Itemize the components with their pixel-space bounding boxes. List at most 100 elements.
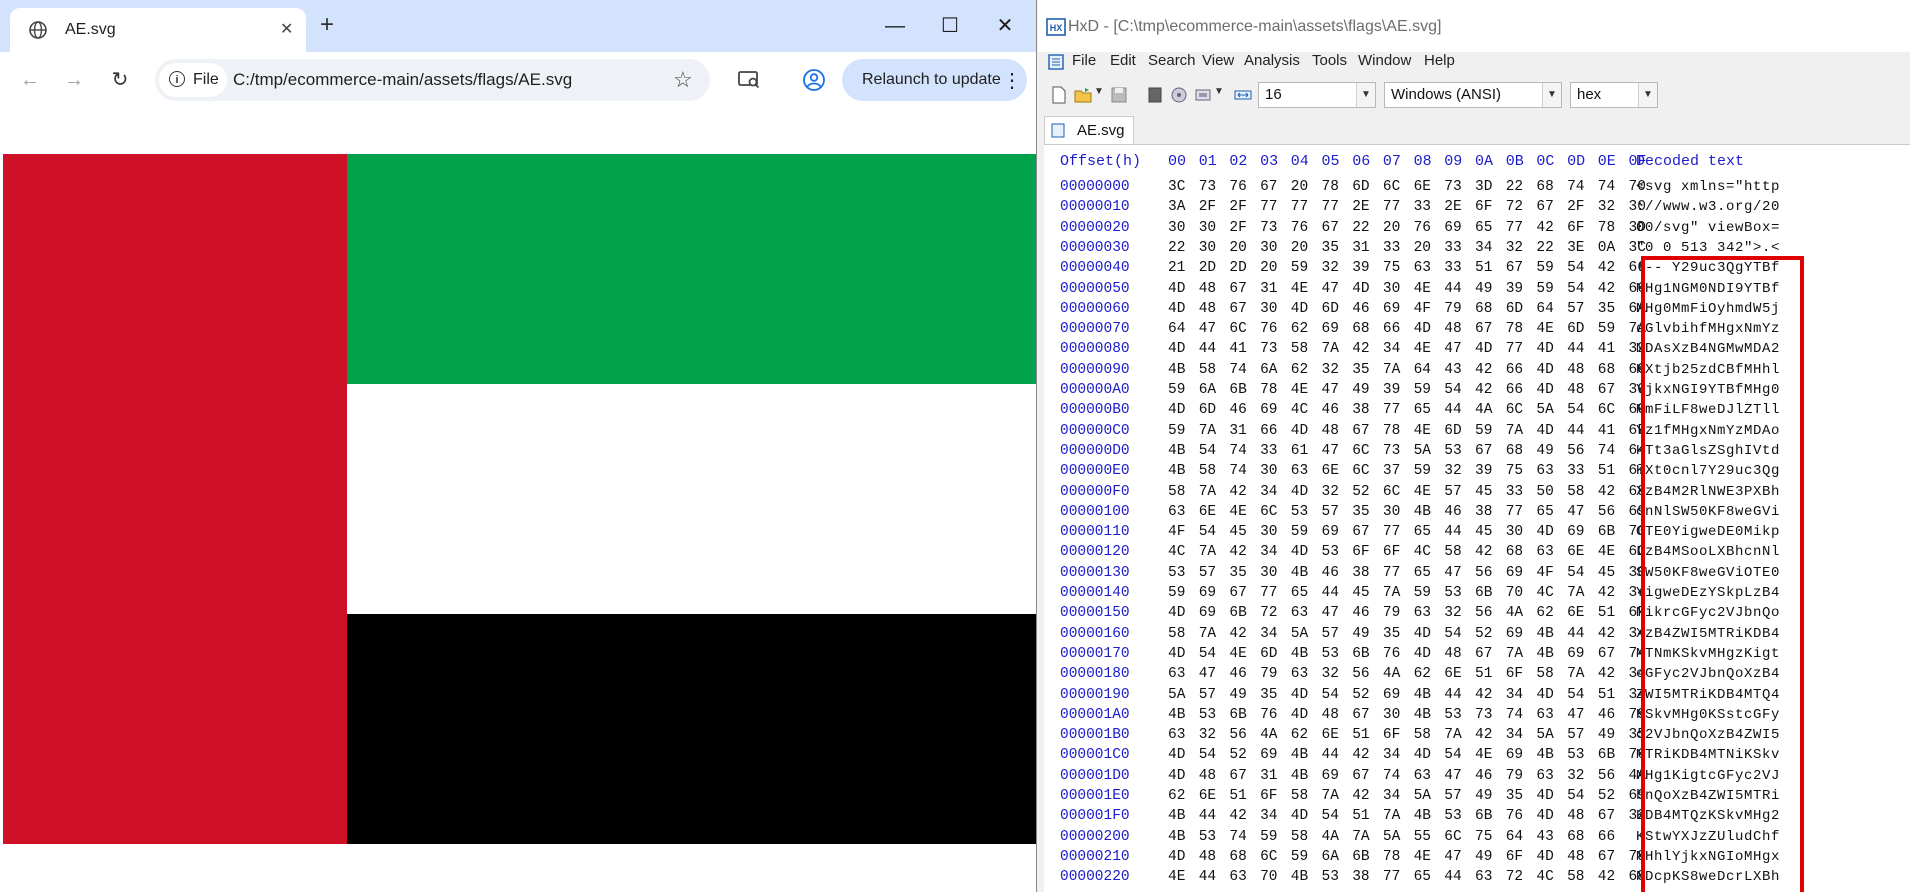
hex-byte[interactable]: 58 (1168, 626, 1185, 642)
hex-byte[interactable]: 6F (1506, 849, 1523, 865)
hex-byte[interactable]: 79 (1506, 768, 1523, 784)
hex-byte[interactable]: 22 (1506, 179, 1523, 195)
hex-byte[interactable]: 35 (1322, 240, 1339, 256)
hex-row[interactable]: 000001F0 4B 44 42 34 4D 54 51 7A 4B 53 6B 76 4D 48 67 32… (1044, 808, 1904, 828)
hex-row[interactable]: 00000040 21 2D 2D 20 59 32 39 75 63 33 51 67 59 54 42 66… (1044, 260, 1904, 280)
hex-row[interactable]: 00000160 58 7A 42 34 5A 57 49 35 4D 54 52 69 4B 44 42 34… (1044, 626, 1904, 646)
menu-help[interactable]: Help (1424, 52, 1455, 69)
hex-byte[interactable]: 34 (1260, 626, 1277, 642)
hex-byte[interactable]: 78 (1383, 849, 1400, 865)
decoded-text[interactable]: bnQoXzB4ZWI5MTRi (1636, 788, 1780, 804)
hex-byte[interactable]: 62 (1291, 362, 1308, 378)
hex-byte[interactable]: 50 (1536, 484, 1553, 500)
hex-byte[interactable]: 30 (1260, 301, 1277, 317)
hex-byte[interactable]: 4D (1414, 321, 1431, 337)
hex-byte[interactable]: 31 (1229, 423, 1246, 439)
hex-byte[interactable]: 22 (1536, 240, 1553, 256)
hex-byte[interactable]: 30 (1383, 504, 1400, 520)
menu-window[interactable]: Window (1358, 52, 1411, 69)
hex-byte[interactable]: 4E (1475, 747, 1492, 763)
decoded-text[interactable]: c2VJbnQoXzB4ZWI5 (1636, 727, 1780, 743)
hex-byte[interactable]: 38 (1352, 869, 1369, 885)
hex-byte[interactable]: 67 (1506, 260, 1523, 276)
hex-byte[interactable]: 54 (1322, 808, 1339, 824)
hex-byte[interactable]: 75 (1475, 829, 1492, 845)
hex-byte[interactable]: 72 (1506, 869, 1523, 885)
hex-byte[interactable]: 45 (1598, 565, 1615, 581)
decoded-text[interactable]: MHhlYjkxNGIoMHgx (1636, 849, 1780, 865)
hex-byte[interactable]: 76 (1383, 646, 1400, 662)
hex-byte[interactable]: 32 (1444, 463, 1461, 479)
hex-byte[interactable]: 57 (1444, 484, 1461, 500)
hex-byte[interactable]: 57 (1322, 504, 1339, 520)
hex-row[interactable]: 00000000 3C 73 76 67 20 78 6D 6C 6E 73 3D 22 68 74 74 70… (1044, 179, 1904, 199)
hex-byte[interactable]: 63 (1168, 504, 1185, 520)
hex-byte[interactable]: 6C (1383, 179, 1400, 195)
hex-byte[interactable]: 53 (1567, 747, 1584, 763)
hex-byte[interactable]: 73 (1199, 179, 1216, 195)
hex-byte[interactable]: 59 (1598, 321, 1615, 337)
hex-byte[interactable]: 47 (1567, 707, 1584, 723)
hex-byte[interactable]: 5A (1414, 788, 1431, 804)
hex-byte[interactable]: 35 (1352, 362, 1369, 378)
hex-byte[interactable]: 7A (1199, 423, 1216, 439)
hex-byte[interactable]: 6F (1383, 727, 1400, 743)
hex-byte[interactable]: 6D (1352, 179, 1369, 195)
hex-byte[interactable]: 58 (1291, 829, 1308, 845)
hex-byte[interactable]: 58 (1414, 727, 1431, 743)
hex-byte[interactable]: 6C (1598, 402, 1615, 418)
hex-byte[interactable]: 7A (1383, 362, 1400, 378)
hex-byte[interactable]: 4A (1322, 829, 1339, 845)
hex-byte[interactable]: 69 (1383, 687, 1400, 703)
menu-dots-icon[interactable]: ⋮ (1002, 68, 1022, 93)
hex-byte[interactable]: 77 (1383, 199, 1400, 215)
hex-byte[interactable]: 78 (1322, 179, 1339, 195)
hex-byte[interactable]: 4E (1536, 321, 1553, 337)
hex-byte[interactable]: 4D (1168, 646, 1185, 662)
hex-byte[interactable]: 4C (1414, 544, 1431, 560)
hex-byte[interactable]: 4B (1168, 443, 1185, 459)
hex-byte[interactable]: 42 (1536, 220, 1553, 236)
hex-byte[interactable]: 59 (1291, 260, 1308, 276)
decoded-text[interactable]: MHg0MmFiOyhmdW5j (1636, 301, 1780, 317)
decoded-text[interactable]: ://www.w3.org/20 (1636, 199, 1780, 215)
hex-byte[interactable]: 34 (1383, 341, 1400, 357)
hex-byte[interactable]: 79 (1383, 605, 1400, 621)
hex-byte[interactable]: 34 (1260, 484, 1277, 500)
hex-byte[interactable]: 6C (1352, 443, 1369, 459)
hex-byte[interactable]: 6F (1352, 544, 1369, 560)
hex-byte[interactable]: 6A (1199, 382, 1216, 398)
hex-byte[interactable]: 49 (1475, 281, 1492, 297)
hex-byte[interactable]: 47 (1567, 504, 1584, 520)
hex-byte[interactable]: 6D (1322, 301, 1339, 317)
relaunch-button[interactable]: Relaunch to update ⋮ (842, 59, 1027, 101)
hex-byte[interactable]: 54 (1199, 646, 1216, 662)
hex-byte[interactable]: 65 (1414, 524, 1431, 540)
hex-byte[interactable]: 34 (1260, 808, 1277, 824)
hex-byte[interactable]: 53 (1199, 829, 1216, 845)
decoded-text[interactable]: MDAsXzB4NGMwMDA2 (1636, 341, 1780, 357)
hex-byte[interactable]: 66 (1598, 829, 1615, 845)
hex-byte[interactable]: 69 (1199, 585, 1216, 601)
hex-byte[interactable]: 57 (1199, 687, 1216, 703)
hex-byte[interactable]: 4D (1291, 544, 1308, 560)
hex-byte[interactable]: 43 (1444, 362, 1461, 378)
hex-byte[interactable]: 6E (1444, 666, 1461, 682)
hex-byte[interactable]: 4D (1168, 301, 1185, 317)
hex-byte[interactable]: 30 (1260, 240, 1277, 256)
hex-byte[interactable]: 6B (1352, 849, 1369, 865)
hex-byte[interactable]: 4F (1168, 524, 1185, 540)
decoded-text[interactable]: ZWI5MTRiKDB4MTQ4 (1636, 687, 1780, 703)
hex-row[interactable]: 00000150 4D 69 6B 72 63 47 46 79 63 32 56 4A 62 6E 51 6F… (1044, 605, 1904, 625)
hex-byte[interactable]: 6B (1229, 707, 1246, 723)
hxd-file-tab[interactable]: AE.svg (1044, 116, 1134, 144)
hex-byte[interactable]: 4D (1536, 524, 1553, 540)
hex-byte[interactable]: 54 (1444, 382, 1461, 398)
hex-byte[interactable]: 31 (1352, 240, 1369, 256)
hex-byte[interactable]: 2F (1229, 220, 1246, 236)
hex-row[interactable]: 00000030 22 30 20 30 20 35 31 33 20 33 34 32 22 3E 0A 3C… (1044, 240, 1904, 260)
hex-byte[interactable]: 54 (1199, 747, 1216, 763)
hex-byte[interactable]: 53 (1199, 707, 1216, 723)
hex-byte[interactable]: 4D (1291, 423, 1308, 439)
hex-byte[interactable]: 4C (1536, 585, 1553, 601)
